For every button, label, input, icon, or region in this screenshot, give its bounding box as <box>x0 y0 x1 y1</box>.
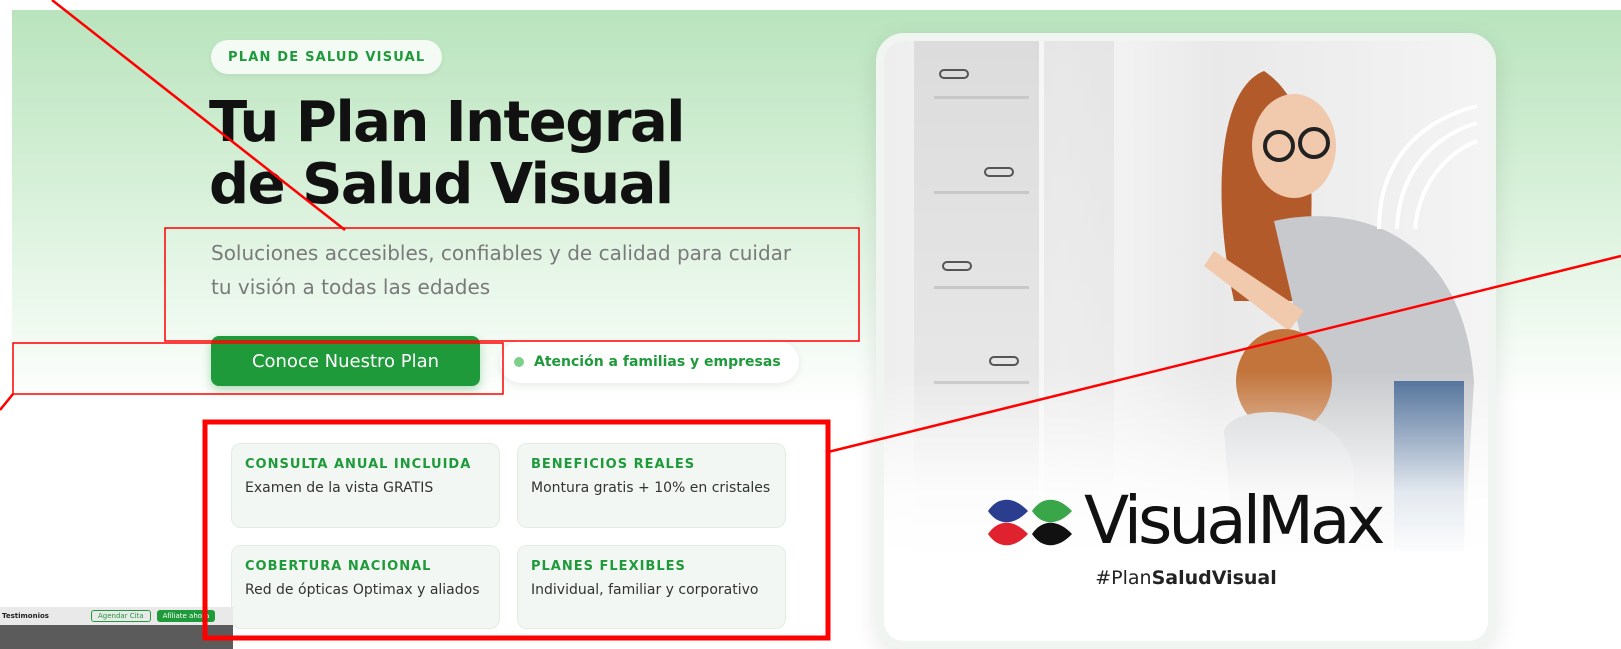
eyeglasses-icon <box>989 356 1019 366</box>
title-line-2: de Salud Visual <box>209 152 674 217</box>
feature-card: CONSULTA ANUAL INCLUIDA Examen de la vis… <box>231 443 500 528</box>
shelf-line <box>934 286 1029 289</box>
features-grid: CONSULTA ANUAL INCLUIDA Examen de la vis… <box>231 443 796 629</box>
hashtag-prefix: #Plan <box>1095 567 1152 589</box>
visualmax-logo: VisualMax <box>984 481 1404 561</box>
feature-heading: COBERTURA NACIONAL <box>245 558 432 574</box>
thumbnail-navbar: Testimonios Agendar Cita Afíliate ahora <box>0 607 233 625</box>
shelf-line <box>934 96 1029 99</box>
brand-name: VisualMax <box>1084 482 1385 559</box>
eyeglasses-icon <box>939 69 969 79</box>
thumbnail-afiliate-button: Afíliate ahora <box>156 610 216 622</box>
status-dot-icon <box>514 357 524 367</box>
hero-image-card: VisualMax #PlanSaludVisual <box>876 33 1496 649</box>
visualmax-logo-icon <box>988 499 1072 546</box>
audience-pill: Atención a familias y empresas <box>500 341 799 383</box>
feature-card: BENEFICIOS REALES Montura gratis + 10% e… <box>517 443 786 528</box>
eyeglasses-icon <box>942 261 972 271</box>
audience-pill-label: Atención a familias y empresas <box>534 354 781 370</box>
subtitle-line-1: Soluciones accesibles, confiables y de c… <box>211 241 792 265</box>
feature-description: Montura gratis + 10% en cristales <box>531 480 771 496</box>
feature-heading: CONSULTA ANUAL INCLUIDA <box>245 457 472 472</box>
title-line-1: Tu Plan Integral <box>209 90 685 155</box>
plan-badge: PLAN DE SALUD VISUAL <box>211 40 443 74</box>
feature-card: COBERTURA NACIONAL Red de ópticas Optima… <box>231 544 500 629</box>
feature-card: PLANES FLEXIBLES Individual, familiar y … <box>517 544 786 629</box>
hero-subtitle: Soluciones accesibles, confiables y de c… <box>211 236 831 304</box>
subtitle-line-2: tu visión a todas las edades <box>211 275 491 299</box>
thumbnail-agendar-button: Agendar Cita <box>90 610 151 622</box>
page-top-strip <box>0 0 1621 10</box>
feature-heading: PLANES FLEXIBLES <box>531 558 686 574</box>
feature-description: Individual, familiar y corporativo <box>531 581 759 598</box>
page-title: Tu Plan Integral de Salud Visual <box>209 92 849 216</box>
eyeglasses-icon <box>984 167 1014 177</box>
conoce-plan-button[interactable]: Conoce Nuestro Plan <box>211 336 480 386</box>
feature-heading: BENEFICIOS REALES <box>531 457 696 472</box>
decorative-arcs-icon <box>1377 104 1478 230</box>
feature-description: Examen de la vista GRATIS <box>245 480 434 496</box>
hashtag-text: #PlanSaludVisual <box>884 567 1488 589</box>
page-thumbnail-preview: Testimonios Agendar Cita Afíliate ahora <box>0 607 233 649</box>
hashtag-bold: SaludVisual <box>1151 567 1277 589</box>
feature-description: Red de ópticas Optimax y aliados <box>245 581 480 598</box>
thumbnail-nav-label: Testimonios <box>2 612 49 620</box>
shelf-line <box>934 191 1029 194</box>
